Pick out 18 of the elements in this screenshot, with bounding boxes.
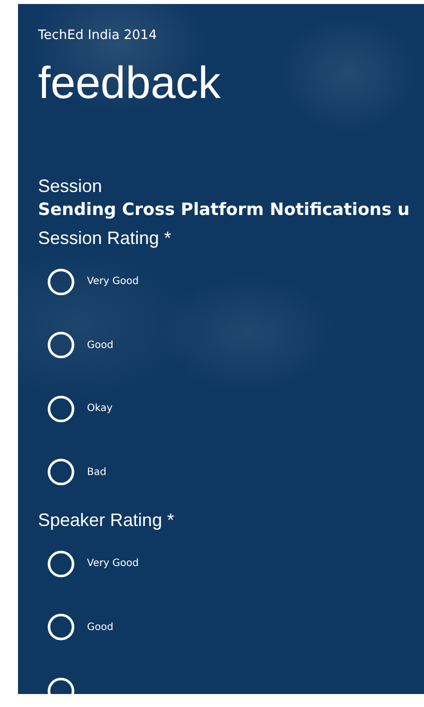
session-label: Session	[38, 175, 104, 198]
page-title: feedback	[38, 56, 222, 110]
radio-button[interactable]	[47, 550, 75, 578]
app-title: TechEd India 2014	[38, 27, 158, 45]
radio-button[interactable]	[47, 268, 75, 296]
option-label: Okay	[87, 403, 113, 414]
radio-button[interactable]	[47, 613, 75, 642]
option-label: Very Good	[87, 558, 139, 570]
option-label: Very Good	[87, 276, 139, 288]
session-name: Sending Cross Platform Notifications u	[38, 199, 411, 222]
radio-button[interactable]	[47, 458, 75, 486]
rating-heading: Speaker Rating *	[38, 509, 176, 532]
option-label: Good	[87, 340, 114, 351]
radio-button[interactable]	[47, 394, 75, 423]
rating-heading: Session Rating *	[38, 227, 172, 250]
option-label: Good	[87, 622, 114, 633]
option-label: Bad	[87, 466, 106, 478]
radio-button[interactable]	[47, 331, 75, 360]
